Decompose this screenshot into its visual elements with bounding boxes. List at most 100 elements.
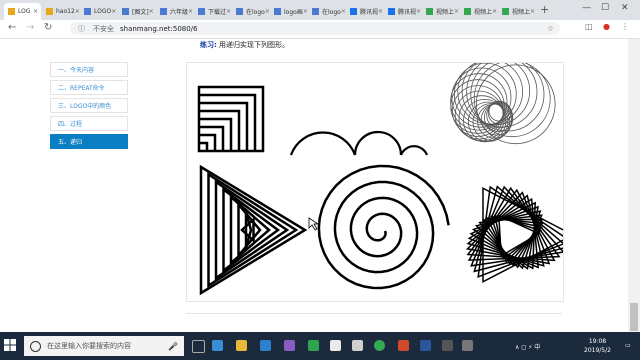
browser-tab[interactable]: 视频上 × bbox=[498, 3, 535, 20]
tab-label: 腾讯视 bbox=[398, 9, 417, 16]
exercise-text: 用递归实现下列图形。 bbox=[219, 41, 290, 49]
reload-icon[interactable]: ↻ bbox=[44, 22, 52, 33]
tab-close-icon[interactable]: × bbox=[226, 8, 231, 15]
system-tray[interactable]: ∧ ◻ ⚡ 中 bbox=[515, 342, 540, 351]
microphone-icon[interactable]: 🎤 bbox=[168, 342, 178, 351]
tab-label: 视频上 bbox=[436, 9, 455, 16]
browser-tab[interactable]: [图文] × bbox=[118, 3, 155, 20]
tab-favicon-icon bbox=[464, 8, 471, 15]
tab-label: 在logo bbox=[322, 9, 341, 16]
windows-start-icon[interactable] bbox=[4, 339, 16, 351]
tab-label: 六年级 bbox=[170, 9, 189, 16]
clock-time: 19:08 bbox=[588, 338, 607, 345]
app-icon[interactable] bbox=[352, 340, 363, 351]
tab-close-icon[interactable]: × bbox=[149, 8, 154, 15]
tab-label: 在logo bbox=[246, 9, 265, 16]
tab-close-icon[interactable]: × bbox=[75, 8, 79, 15]
extension-icon[interactable]: ◫ bbox=[585, 22, 593, 31]
tab-favicon-icon bbox=[46, 8, 53, 15]
app-icon-3[interactable] bbox=[462, 340, 473, 351]
browser-tab[interactable]: hao12 × bbox=[42, 3, 79, 20]
browser-tab[interactable]: 视频上 × bbox=[460, 3, 497, 20]
store-icon[interactable] bbox=[260, 340, 271, 351]
browser-tab[interactable]: 腾讯视 × bbox=[384, 3, 421, 20]
browser-tab[interactable]: logo画 × bbox=[270, 3, 307, 20]
rotating-triangles-drawing bbox=[465, 185, 575, 284]
tab-favicon-icon bbox=[388, 8, 395, 15]
cortana-icon bbox=[30, 340, 41, 352]
tab-strip: LOG × hao12 × LOGO × [图文] × 六年级 × 下载过 × 在logo × logo画 ×… bbox=[0, 0, 640, 20]
tab-close-icon[interactable]: × bbox=[303, 8, 307, 15]
minimize-button[interactable]: — bbox=[582, 3, 591, 13]
menu-icon[interactable]: ⋮ bbox=[621, 22, 629, 31]
address-bar[interactable]: ⓘ 不安全 shanmang.net:5080/6 ☆ bbox=[70, 22, 560, 35]
tab-close-icon[interactable]: × bbox=[111, 8, 116, 15]
media-app-icon[interactable] bbox=[330, 340, 341, 351]
tab-close-icon[interactable]: × bbox=[341, 8, 345, 15]
nav-item-colors[interactable]: 三、LOGO中的颜色 bbox=[50, 98, 128, 113]
browser-tab[interactable]: 视频上 × bbox=[422, 3, 459, 20]
tab-close-icon[interactable]: × bbox=[265, 8, 269, 15]
tab-label: 下载过 bbox=[208, 9, 227, 16]
close-window-button[interactable]: ✕ bbox=[621, 3, 629, 13]
tab-close-icon[interactable]: × bbox=[188, 8, 193, 15]
chrome-icon[interactable] bbox=[374, 340, 385, 351]
nested-squares-drawing bbox=[197, 85, 265, 153]
browser-tab[interactable]: LOGO × bbox=[80, 3, 117, 20]
tab-label: hao12 bbox=[56, 8, 75, 15]
visual-studio-icon[interactable] bbox=[284, 340, 295, 351]
wechat-icon[interactable] bbox=[308, 340, 319, 351]
tab-close-icon[interactable]: × bbox=[378, 8, 383, 15]
tab-favicon-icon bbox=[236, 8, 243, 15]
browser-tab[interactable]: LOG × bbox=[4, 3, 41, 20]
tab-favicon-icon bbox=[350, 8, 357, 15]
tab-label: logo画 bbox=[284, 9, 303, 16]
forward-icon[interactable]: → bbox=[26, 22, 34, 33]
browser-tab[interactable]: 腾讯视 × bbox=[346, 3, 383, 20]
tab-label: LOG bbox=[18, 8, 31, 15]
taskbar: 在这里输入你要搜索的内容 🎤 ∧ ◻ ⚡ 中 19:08 2019/5/2 ▭ bbox=[0, 332, 640, 360]
bookmark-star-icon[interactable]: ☆ bbox=[547, 24, 554, 33]
exercise-figure bbox=[186, 56, 575, 302]
tab-favicon-icon bbox=[84, 8, 91, 15]
tab-favicon-icon bbox=[312, 8, 319, 15]
circle-rosette-drawing bbox=[450, 56, 556, 145]
browser-tab[interactable]: 在logo × bbox=[232, 3, 269, 20]
new-tab-button[interactable]: + bbox=[540, 3, 549, 16]
task-view-icon[interactable] bbox=[192, 340, 205, 353]
info-icon[interactable]: ⓘ bbox=[78, 24, 85, 34]
taskbar-search-input[interactable]: 在这里输入你要搜索的内容 🎤 bbox=[24, 336, 184, 356]
tab-favicon-icon bbox=[122, 8, 129, 15]
powerpoint-icon[interactable] bbox=[398, 340, 409, 351]
tab-close-icon[interactable]: × bbox=[492, 8, 497, 15]
tab-favicon-icon bbox=[198, 8, 205, 15]
edge-browser-icon[interactable] bbox=[212, 340, 223, 351]
semicircle-arcs-drawing bbox=[289, 130, 429, 156]
nav-item-repeat[interactable]: 二、REPEAT命令 bbox=[50, 80, 128, 95]
tab-close-icon[interactable]: × bbox=[33, 8, 38, 15]
nav-item-procedure[interactable]: 四、过程 bbox=[50, 116, 128, 131]
notification-icon[interactable]: ▭ bbox=[625, 342, 631, 349]
tab-label: LOGO bbox=[94, 8, 112, 15]
maximize-button[interactable]: ☐ bbox=[601, 3, 609, 13]
scrollbar-thumb[interactable] bbox=[630, 303, 638, 331]
tab-close-icon[interactable]: × bbox=[530, 8, 535, 15]
file-explorer-icon[interactable] bbox=[236, 340, 247, 351]
page-scrollbar[interactable] bbox=[628, 39, 640, 332]
browser-tab[interactable]: 下载过 × bbox=[194, 3, 231, 20]
app-icon-2[interactable] bbox=[442, 340, 453, 351]
browser-tab[interactable]: 六年级 × bbox=[156, 3, 193, 20]
tab-favicon-icon bbox=[8, 8, 15, 15]
browser-tab[interactable]: 在logo × bbox=[308, 3, 345, 20]
tab-close-icon[interactable]: × bbox=[416, 8, 421, 15]
back-icon[interactable]: ← bbox=[8, 22, 16, 33]
search-placeholder: 在这里输入你要搜索的内容 bbox=[47, 342, 131, 350]
tab-label: 腾讯视 bbox=[360, 9, 379, 16]
nav-item-today[interactable]: 一、今天内容 bbox=[50, 62, 128, 77]
nav-item-recursion[interactable]: 五、递归 bbox=[50, 134, 128, 149]
tab-favicon-icon bbox=[426, 8, 433, 15]
tab-close-icon[interactable]: × bbox=[454, 8, 459, 15]
account-icon[interactable]: ● bbox=[603, 22, 610, 31]
taskbar-clock[interactable]: 19:08 2019/5/2 bbox=[584, 337, 611, 355]
word-icon[interactable] bbox=[420, 340, 431, 351]
